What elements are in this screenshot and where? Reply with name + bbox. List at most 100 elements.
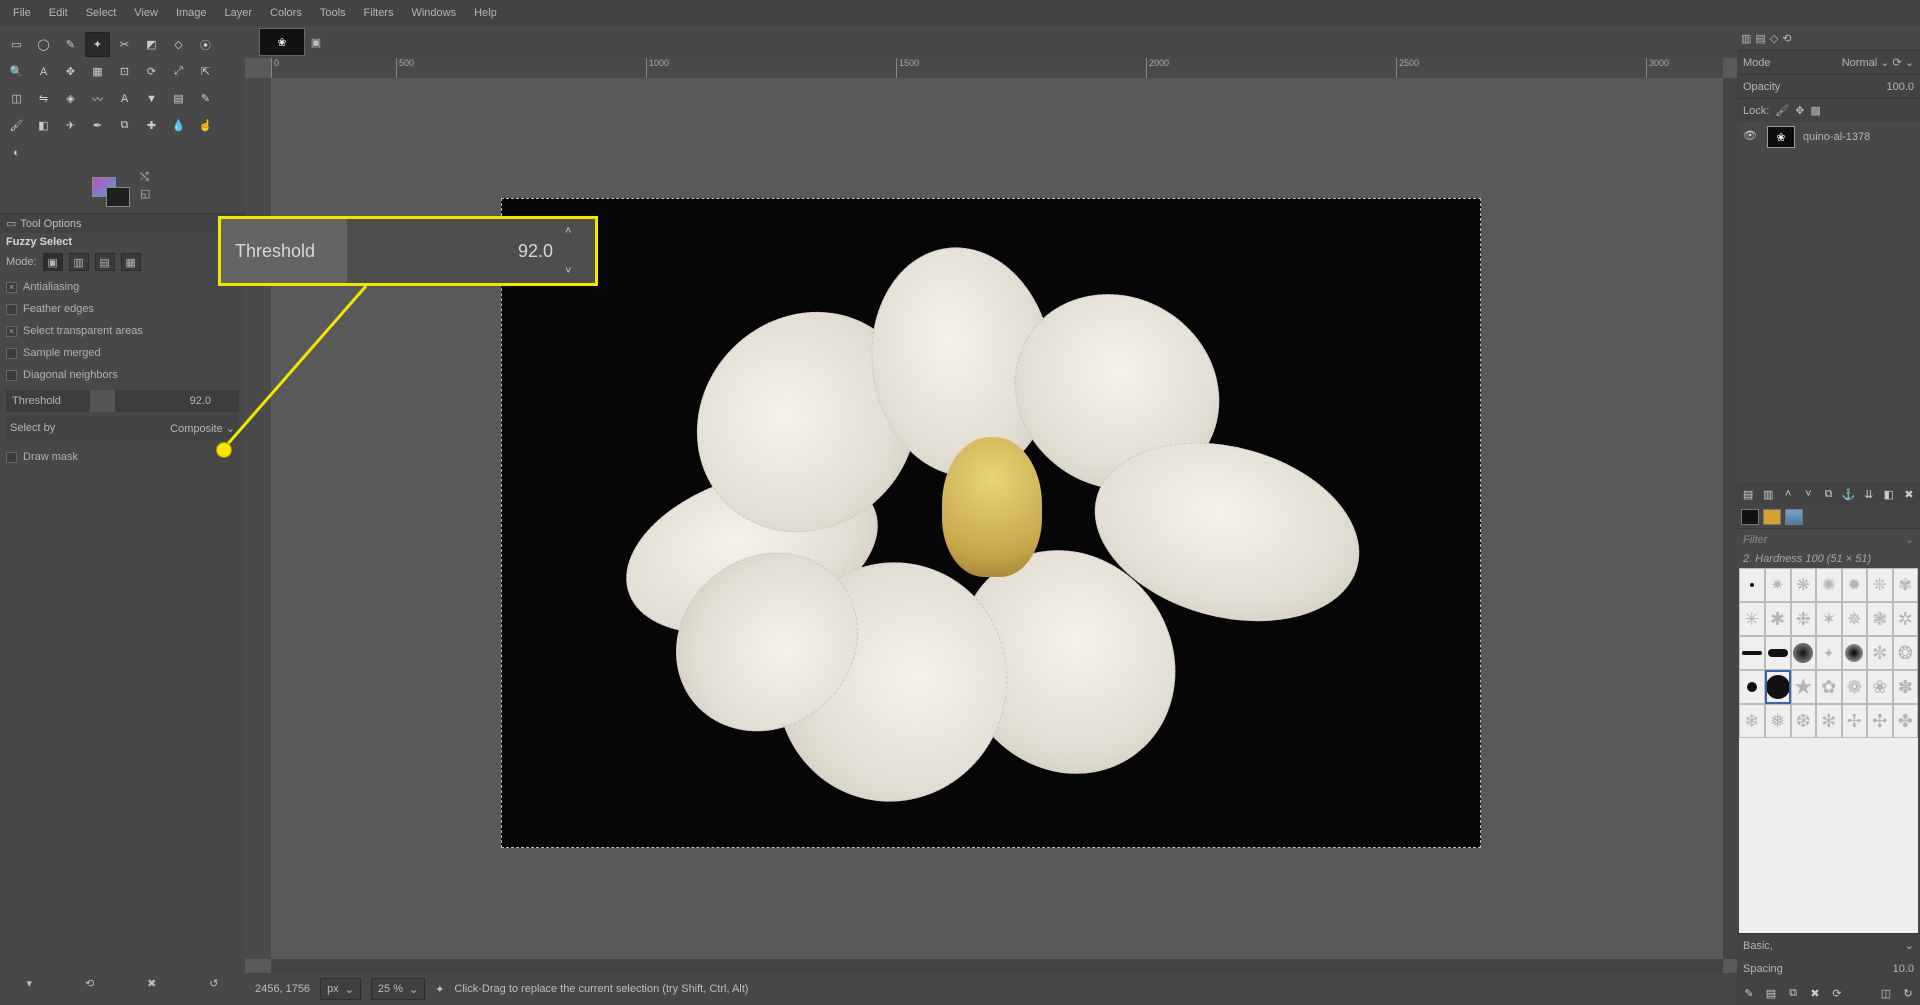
- crop-tool[interactable]: ⊡: [112, 59, 137, 84]
- free-select-tool[interactable]: ✎: [58, 32, 83, 57]
- paths-tool[interactable]: ◇: [166, 32, 191, 57]
- lock-pixels-icon[interactable]: 🖌: [1775, 104, 1789, 117]
- brush-spacing-row[interactable]: Spacing 10.0: [1737, 957, 1920, 981]
- warp-tool[interactable]: 〰: [85, 86, 110, 111]
- paths-tab-icon[interactable]: ◇: [1770, 32, 1778, 45]
- layer-opacity-row[interactable]: Opacity 100.0: [1737, 74, 1920, 98]
- merge-down-icon[interactable]: ⇊: [1860, 485, 1878, 503]
- color-swatch-black[interactable]: [1741, 509, 1759, 525]
- menu-help[interactable]: Help: [465, 2, 506, 24]
- paintbrush-tool[interactable]: 🖌: [4, 113, 29, 138]
- color-swatch-gold[interactable]: [1763, 509, 1781, 525]
- brush-item[interactable]: ✵: [1842, 602, 1868, 636]
- raise-layer-icon[interactable]: ˄: [1779, 485, 1797, 503]
- brush-item[interactable]: ❄: [1739, 704, 1765, 738]
- text-tool[interactable]: A: [112, 86, 137, 111]
- brush-item[interactable]: ❆: [1791, 704, 1817, 738]
- layers-tab-icon[interactable]: ▥: [1741, 32, 1751, 45]
- align-tool[interactable]: ▦: [85, 59, 110, 84]
- select-transparent-option[interactable]: × Select transparent areas: [6, 320, 239, 342]
- brush-item[interactable]: ✼: [1867, 636, 1893, 670]
- cage-tool[interactable]: ◈: [58, 86, 83, 111]
- ink-tool[interactable]: ✒: [85, 113, 110, 138]
- shear-tool[interactable]: ⇱: [193, 59, 218, 84]
- brush-item[interactable]: ✻: [1816, 704, 1842, 738]
- close-tab-icon[interactable]: ▣: [309, 35, 323, 49]
- brush-item[interactable]: ✦: [1816, 636, 1842, 670]
- brush-item[interactable]: ✳: [1739, 602, 1765, 636]
- heal-tool[interactable]: ✚: [139, 113, 164, 138]
- brush-item-selected[interactable]: [1765, 670, 1791, 704]
- menu-select[interactable]: Select: [77, 2, 126, 24]
- smudge-tool[interactable]: ☝: [193, 113, 218, 138]
- eraser-tool[interactable]: ◧: [31, 113, 56, 138]
- lock-alpha-icon[interactable]: ▩: [1810, 104, 1820, 117]
- duplicate-layer-icon[interactable]: ⧉: [1819, 485, 1837, 503]
- bucket-fill-tool[interactable]: ▼: [139, 86, 164, 111]
- mask-icon[interactable]: ◧: [1880, 485, 1898, 503]
- reset-preset-icon[interactable]: ↺: [209, 977, 218, 990]
- refresh-brush-icon[interactable]: ⟳: [1827, 984, 1847, 1002]
- brush-filter-row[interactable]: Filter ⌄: [1737, 528, 1920, 550]
- mode-subtract-icon[interactable]: ▤: [95, 253, 115, 271]
- edit-brush-icon[interactable]: ✎: [1739, 984, 1759, 1002]
- draw-mask-option[interactable]: Draw mask: [6, 446, 239, 468]
- brush-item[interactable]: ✲: [1893, 602, 1919, 636]
- brush-item[interactable]: [1739, 636, 1765, 670]
- background-color-swatch[interactable]: [106, 187, 130, 207]
- menu-windows[interactable]: Windows: [402, 2, 465, 24]
- brush-item[interactable]: ✹: [1842, 568, 1868, 602]
- horizontal-scrollbar[interactable]: [271, 959, 1723, 973]
- brush-item[interactable]: ✤: [1893, 704, 1919, 738]
- spinner-down-icon[interactable]: ˅: [565, 265, 589, 277]
- flip-tool[interactable]: ⇋: [31, 86, 56, 111]
- brush-item[interactable]: ❊: [1867, 568, 1893, 602]
- rect-select-tool[interactable]: ▭: [4, 32, 29, 57]
- brush-item[interactable]: ❉: [1791, 602, 1817, 636]
- undo-history-tab-icon[interactable]: ⟲: [1782, 32, 1791, 45]
- ellipse-select-tool[interactable]: ◯: [31, 32, 56, 57]
- color-swatch-blue[interactable]: [1785, 509, 1803, 525]
- anchor-layer-icon[interactable]: ⚓: [1840, 485, 1858, 503]
- brush-item[interactable]: ✱: [1765, 602, 1791, 636]
- brush-item[interactable]: ✿: [1816, 670, 1842, 704]
- new-group-icon[interactable]: ▥: [1759, 485, 1777, 503]
- measure-tool[interactable]: A: [31, 59, 56, 84]
- brush-item[interactable]: ✢: [1842, 704, 1868, 738]
- menu-filters[interactable]: Filters: [355, 2, 403, 24]
- move-tool[interactable]: ✥: [58, 59, 83, 84]
- open-as-image-icon[interactable]: ◫: [1876, 984, 1896, 1002]
- antialiasing-option[interactable]: × Antialiasing: [6, 276, 239, 298]
- mode-replace-icon[interactable]: ▣: [43, 253, 63, 271]
- feather-edges-option[interactable]: Feather edges: [6, 298, 239, 320]
- menu-image[interactable]: Image: [167, 2, 216, 24]
- scissors-tool[interactable]: ✂: [112, 32, 137, 57]
- brush-item[interactable]: ✽: [1893, 670, 1919, 704]
- delete-brush-icon[interactable]: ✖: [1805, 984, 1825, 1002]
- brush-item[interactable]: ❂: [1893, 636, 1919, 670]
- brush-item[interactable]: ✶: [1816, 602, 1842, 636]
- brush-item[interactable]: ❀: [1867, 670, 1893, 704]
- reload-brush-icon[interactable]: ↻: [1898, 984, 1918, 1002]
- restore-preset-icon[interactable]: ⟲: [85, 977, 94, 990]
- channels-tab-icon[interactable]: ▤: [1755, 32, 1765, 45]
- sample-merged-option[interactable]: Sample merged: [6, 342, 239, 364]
- spinner-up-icon[interactable]: ˄: [565, 225, 589, 237]
- layer-item[interactable]: 👁 ❀ quino-al-1378: [1737, 122, 1920, 152]
- color-picker-tool[interactable]: ⦿: [193, 32, 218, 57]
- diagonal-neighbors-option[interactable]: Diagonal neighbors: [6, 364, 239, 386]
- swap-colors-icon[interactable]: ⤭: [140, 171, 150, 181]
- brush-item[interactable]: ✾: [1893, 568, 1919, 602]
- fuzzy-select-tool[interactable]: ✦: [85, 32, 110, 57]
- image-tab[interactable]: ❀: [259, 28, 305, 56]
- brush-item[interactable]: ✷: [1765, 568, 1791, 602]
- scale-tool[interactable]: ⤢: [166, 59, 191, 84]
- brush-preset-dropdown[interactable]: Basic, ⌄: [1737, 933, 1920, 957]
- menu-file[interactable]: File: [4, 2, 40, 24]
- canvas-viewport[interactable]: [271, 78, 1723, 959]
- menu-layer[interactable]: Layer: [216, 2, 262, 24]
- menu-view[interactable]: View: [125, 2, 167, 24]
- foreground-select-tool[interactable]: ◩: [139, 32, 164, 57]
- blur-tool[interactable]: 💧: [166, 113, 191, 138]
- vertical-scrollbar[interactable]: [1723, 78, 1737, 959]
